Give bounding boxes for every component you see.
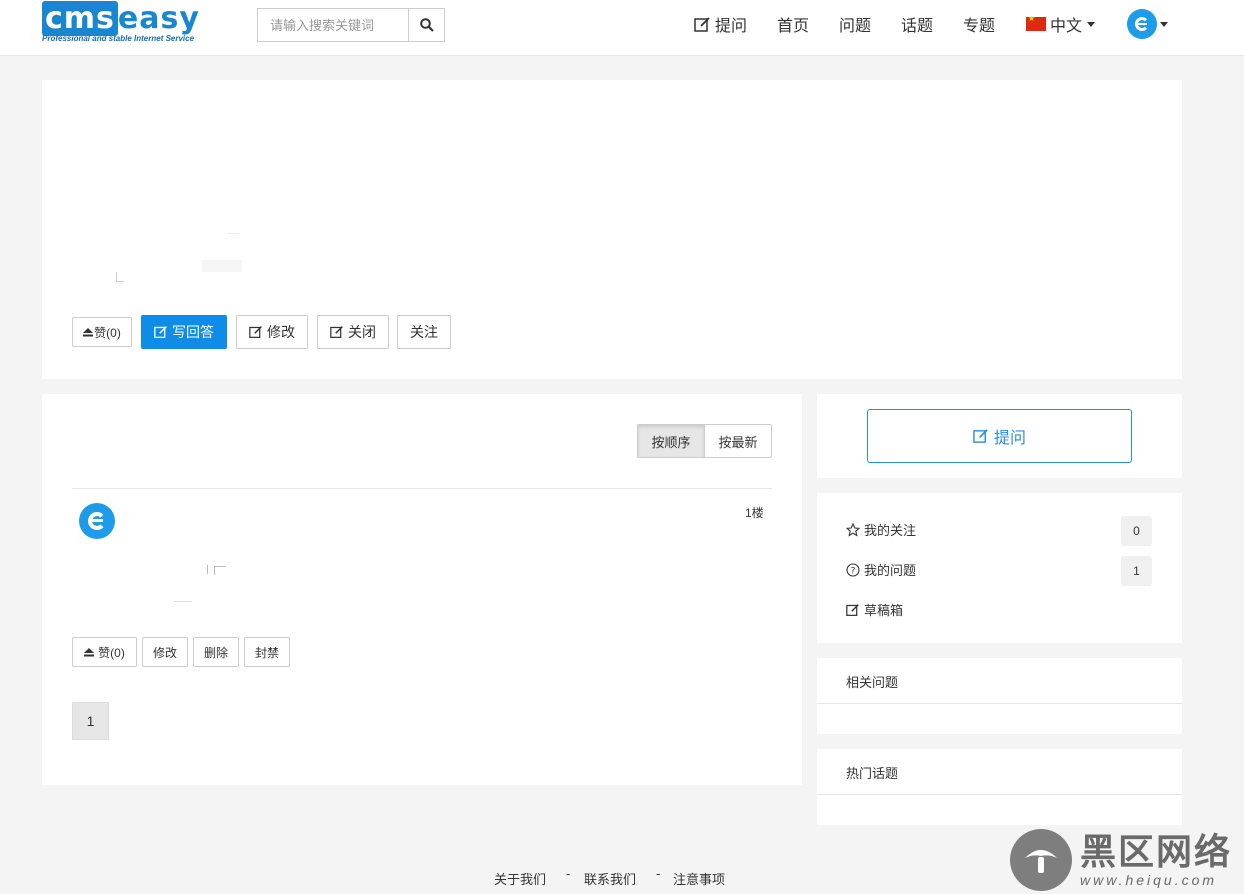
- footer-about-link[interactable]: 关于我们: [494, 869, 546, 888]
- answer-edit-button[interactable]: 修改: [142, 637, 188, 667]
- user-menu[interactable]: [1127, 9, 1168, 39]
- watermark-mushroom-icon: [1025, 850, 1057, 873]
- watermark: 黑区网络 www.heiqu.com: [1010, 826, 1244, 894]
- top-header: cms easy Professional and stable Internet…: [0, 0, 1244, 56]
- sort-toggle: 按顺序 按最新: [637, 424, 772, 458]
- answer-like-button[interactable]: 赞(0): [72, 637, 137, 667]
- drafts-label: 草稿箱: [864, 603, 904, 618]
- question-follow-label: 关注: [410, 324, 438, 340]
- china-flag-icon: [1026, 14, 1046, 31]
- nav-topics[interactable]: 话题: [901, 12, 933, 36]
- star-icon: [846, 522, 860, 537]
- footer-contact-link[interactable]: 联系我们: [584, 869, 636, 888]
- sidebar-ask-button[interactable]: 提问: [867, 409, 1132, 463]
- footer-notes-link[interactable]: 注意事项: [673, 869, 725, 888]
- nav-questions-label: 问题: [839, 18, 872, 35]
- avatar-e-glyph: [88, 512, 106, 530]
- related-questions-panel: [817, 658, 1182, 734]
- chevron-down-icon: [1087, 21, 1096, 27]
- edit-icon: [694, 16, 710, 32]
- watermark-text-group: 黑区网络 www.heiqu.com: [1080, 831, 1233, 889]
- question-like-button[interactable]: 赞(0): [72, 317, 132, 347]
- language-dropdown[interactable]: 中文: [1026, 12, 1096, 36]
- related-questions-divider: [817, 703, 1182, 704]
- write-answer-button[interactable]: 写回答: [141, 315, 227, 349]
- logo-brand-easy: easy: [117, 1, 200, 36]
- my-follows-count: 0: [1121, 516, 1152, 546]
- site-logo[interactable]: cms easy Professional and stable Internet…: [42, 1, 227, 43]
- nav-home[interactable]: 首页: [777, 12, 809, 36]
- related-questions-title: 相关问题: [846, 675, 899, 690]
- hot-topics-divider: [817, 794, 1182, 795]
- watermark-url: www.heiqu.com: [1080, 872, 1218, 888]
- search-icon: [419, 18, 434, 32]
- avatar: [1127, 9, 1157, 39]
- nav-ask-label: 提问: [715, 18, 748, 35]
- my-questions-link[interactable]: ? 我的问题: [846, 560, 916, 579]
- search-button[interactable]: [408, 9, 444, 41]
- answer-delete-label: 删除: [203, 645, 228, 660]
- language-label: 中文: [1050, 18, 1083, 35]
- my-questions-label: 我的问题: [864, 563, 917, 578]
- nav-specials-label: 专题: [963, 18, 996, 35]
- edit-icon: [249, 326, 262, 338]
- my-follows-link[interactable]: 我的关注: [846, 520, 916, 539]
- eject-up-icon: [84, 647, 95, 656]
- sort-by-newest-button[interactable]: 按最新: [705, 425, 771, 457]
- faint-mark: [174, 601, 192, 602]
- hot-topics-title: 热门话题: [846, 766, 899, 781]
- answer-ban-label: 封禁: [254, 645, 279, 660]
- search-box: [257, 8, 445, 42]
- edit-icon: [973, 429, 988, 443]
- search-input[interactable]: [258, 9, 408, 41]
- nav-specials[interactable]: 专题: [963, 12, 995, 36]
- answer-avatar[interactable]: [79, 503, 115, 539]
- faint-mark: [207, 565, 208, 574]
- nav-topics-label: 话题: [901, 18, 934, 35]
- my-questions-count: 1: [1121, 556, 1152, 586]
- sort-by-order-button[interactable]: 按顺序: [638, 425, 705, 457]
- edit-icon: [846, 603, 859, 616]
- question-close-label: 关闭: [348, 324, 376, 340]
- question-edit-label: 修改: [267, 324, 295, 340]
- drafts-link[interactable]: 草稿箱: [846, 600, 903, 619]
- answer-floor-number: 1楼: [745, 506, 764, 520]
- watermark-logo-icon: [1010, 829, 1072, 891]
- answer-ban-button[interactable]: 封禁: [244, 637, 290, 667]
- answer-delete-button[interactable]: 删除: [193, 637, 239, 667]
- faint-mark: [116, 281, 124, 282]
- sidebar-ask-label: 提问: [993, 430, 1026, 447]
- watermark-text: 黑区网络: [1080, 831, 1233, 872]
- faint-mark: [214, 566, 226, 567]
- pagination-page-1[interactable]: 1: [72, 702, 109, 740]
- logo-brand: cms easy: [42, 1, 227, 36]
- answers-divider: [72, 488, 772, 489]
- my-follows-label: 我的关注: [864, 523, 917, 538]
- footer-separator: -: [656, 866, 661, 881]
- eject-up-icon: [83, 327, 94, 336]
- logo-brand-cms: cms: [42, 1, 118, 36]
- question-like-label: 赞(0): [94, 325, 121, 340]
- footer-separator: -: [566, 866, 571, 881]
- question-follow-button[interactable]: 关注: [397, 315, 451, 349]
- question-edit-button[interactable]: 修改: [236, 315, 308, 349]
- question-close-button[interactable]: 关闭: [317, 315, 389, 349]
- faint-mark: [214, 566, 215, 575]
- write-answer-label: 写回答: [172, 324, 214, 340]
- answer-edit-label: 修改: [152, 645, 177, 660]
- answer-like-label: 赞(0): [98, 645, 125, 660]
- avatar-e-glyph: [1135, 17, 1149, 31]
- edit-icon: [330, 326, 343, 338]
- edit-icon: [154, 326, 167, 339]
- nav-home-label: 首页: [777, 18, 810, 35]
- nav-ask[interactable]: 提问: [694, 12, 747, 36]
- chevron-down-icon: [1160, 21, 1168, 27]
- question-circle-icon: ?: [846, 562, 860, 577]
- hot-topics-panel: [817, 749, 1182, 825]
- svg-text:?: ?: [851, 566, 856, 576]
- faint-mark: [202, 260, 242, 272]
- faint-mark: [228, 233, 240, 234]
- nav-questions[interactable]: 问题: [839, 12, 871, 36]
